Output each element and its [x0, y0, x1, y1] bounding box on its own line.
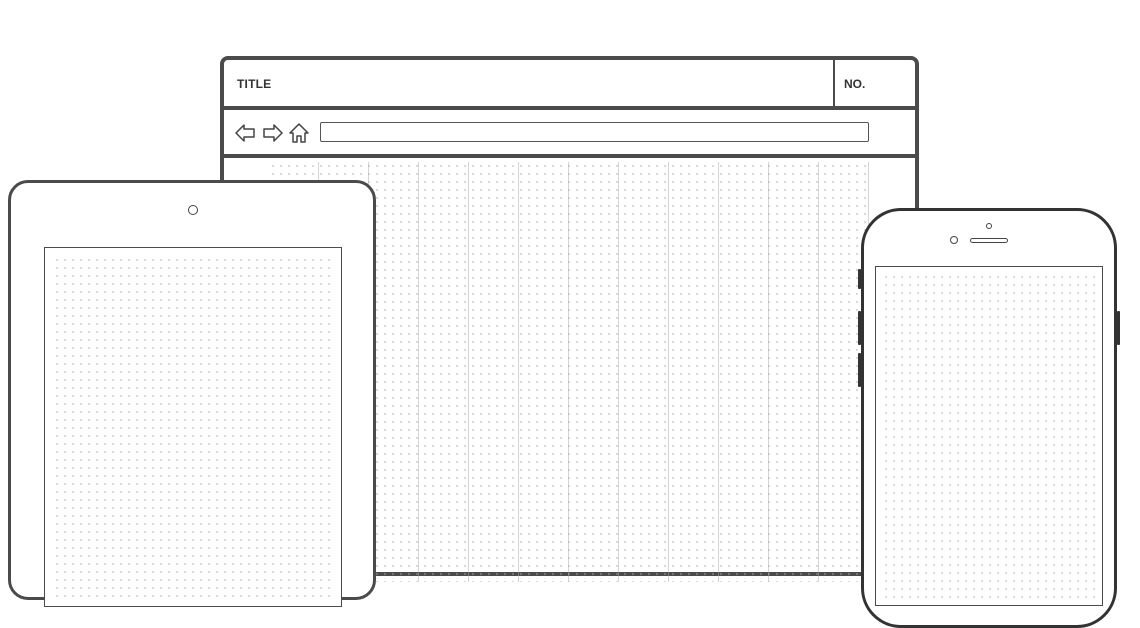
tablet-dot-grid — [53, 256, 333, 598]
forward-arrow-icon[interactable] — [262, 122, 284, 144]
camera-icon — [950, 236, 958, 244]
volume-up-button — [858, 311, 861, 345]
volume-down-button — [858, 353, 861, 387]
home-icon[interactable] — [288, 122, 310, 144]
sensor-icon — [986, 223, 992, 229]
back-arrow-icon[interactable] — [234, 122, 256, 144]
tablet-frame — [8, 180, 376, 607]
title-divider — [833, 60, 835, 106]
phone-frame — [858, 208, 1120, 628]
page-title: TITLE — [237, 77, 272, 91]
address-bar-input[interactable] — [320, 122, 869, 142]
browser-title-bar: TITLE NO. — [224, 60, 915, 110]
phone-dot-grid — [882, 273, 1096, 599]
camera-icon — [188, 205, 198, 215]
power-button — [1117, 311, 1120, 345]
speaker-icon — [970, 238, 1008, 243]
mute-switch — [858, 269, 861, 289]
browser-nav-bar — [224, 110, 915, 158]
phone-screen — [875, 266, 1103, 606]
tablet-screen — [44, 247, 342, 607]
page-number-label: NO. — [844, 77, 866, 91]
